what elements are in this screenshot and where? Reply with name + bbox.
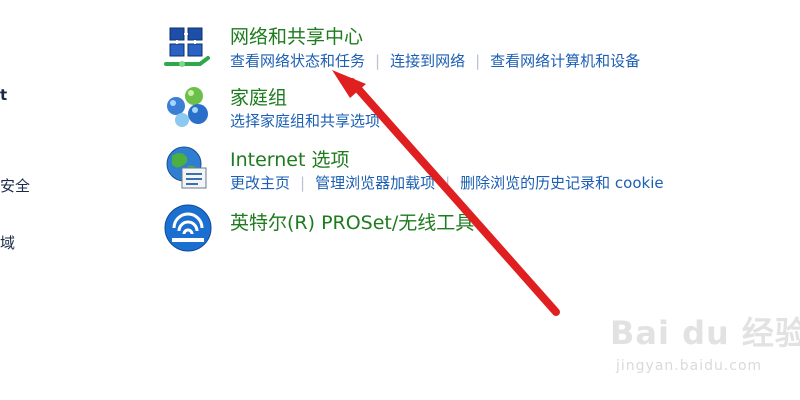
wireless-icon[interactable] [160, 204, 216, 252]
left-panel-text-3[interactable]: 域 [0, 232, 15, 253]
network-sharing-links: 查看网络状态和任务 | 连接到网络 | 查看网络计算机和设备 [230, 50, 640, 71]
homegroup-title[interactable]: 家庭组 [230, 83, 287, 110]
homegroup-icon[interactable] [160, 84, 216, 132]
left-panel-text-2[interactable]: 安全 [0, 175, 30, 196]
link-separator: | [375, 52, 381, 70]
change-homepage-link[interactable]: 更改主页 [230, 174, 290, 192]
homegroup-sharing-options-link[interactable]: 选择家庭组和共享选项 [230, 112, 380, 130]
link-separator: | [475, 52, 481, 70]
view-network-computers-link[interactable]: 查看网络计算机和设备 [490, 52, 640, 70]
baidu-jingyan-watermark: Bai du 经验 jingyan.baidu.com [610, 308, 800, 388]
link-separator: | [300, 174, 306, 192]
left-panel-text-1[interactable]: t [0, 86, 7, 104]
watermark-url: jingyan.baidu.com [616, 358, 763, 374]
connect-to-network-link[interactable]: 连接到网络 [390, 52, 465, 70]
view-network-status-link[interactable]: 查看网络状态和任务 [230, 52, 365, 70]
watermark-logo: Bai du 经验 [610, 314, 800, 352]
internet-globe-icon[interactable] [160, 144, 216, 192]
intel-proset-title[interactable]: 英特尔(R) PROSet/无线工具 [230, 208, 474, 235]
arrow-shaft [348, 78, 560, 316]
homegroup-links: 选择家庭组和共享选项 [230, 110, 380, 131]
link-separator: | [445, 174, 451, 192]
arrow-head [332, 70, 366, 98]
internet-options-title[interactable]: Internet 选项 [230, 145, 349, 172]
network-center-icon[interactable] [160, 24, 216, 72]
left-panel-cutoff: t 安全 域 [0, 0, 60, 400]
internet-options-links: 更改主页 | 管理浏览器加载项 | 删除浏览的历史记录和 cookie [230, 172, 664, 193]
manage-addons-link[interactable]: 管理浏览器加载项 [315, 174, 435, 192]
delete-history-link[interactable]: 删除浏览的历史记录和 cookie [460, 174, 663, 192]
network-sharing-center-title[interactable]: 网络和共享中心 [230, 22, 363, 49]
